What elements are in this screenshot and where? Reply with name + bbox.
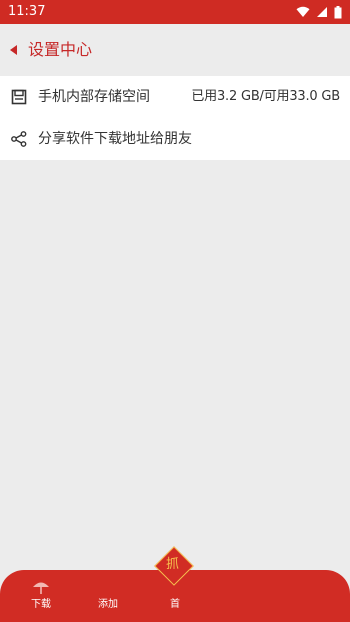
back-button[interactable]: 设置中心: [8, 38, 92, 62]
nav-label-download: 下载: [31, 599, 51, 610]
storage-label: 手机内部存储空间: [38, 89, 150, 105]
umbrella-icon: [33, 582, 49, 594]
nav-label-add: 添加: [98, 599, 118, 610]
settings-item-storage[interactable]: 手机内部存储空间 已用3.2 GB/可用33.0 GB: [0, 76, 350, 118]
nav-label-home: 首: [170, 599, 180, 610]
page-title: 设置中心: [28, 40, 93, 59]
settings-list: 手机内部存储空间 已用3.2 GB/可用33.0 GB 分享软件下载地址给朋友: [0, 76, 350, 160]
nav-item-add[interactable]: 添加: [78, 578, 138, 612]
status-icons: [296, 4, 342, 20]
nav-item-download[interactable]: 下载: [11, 578, 71, 612]
share-icon: [11, 131, 27, 147]
battery-icon: [334, 5, 342, 18]
signal-icon: [317, 7, 327, 17]
add-icon: [99, 578, 117, 596]
back-arrow-icon: [10, 45, 17, 55]
settings-item-share[interactable]: 分享软件下载地址给朋友: [0, 118, 350, 160]
app-bar: 设置中心: [0, 24, 350, 76]
storage-value: 已用3.2 GB/可用33.0 GB: [191, 89, 340, 104]
center-badge-text: 抓: [166, 557, 180, 572]
share-label: 分享软件下载地址给朋友: [38, 131, 192, 147]
wifi-icon: [296, 6, 310, 17]
status-bar: 11:37: [0, 0, 350, 24]
status-time: 11:37: [8, 4, 46, 19]
storage-icon: [11, 89, 27, 105]
